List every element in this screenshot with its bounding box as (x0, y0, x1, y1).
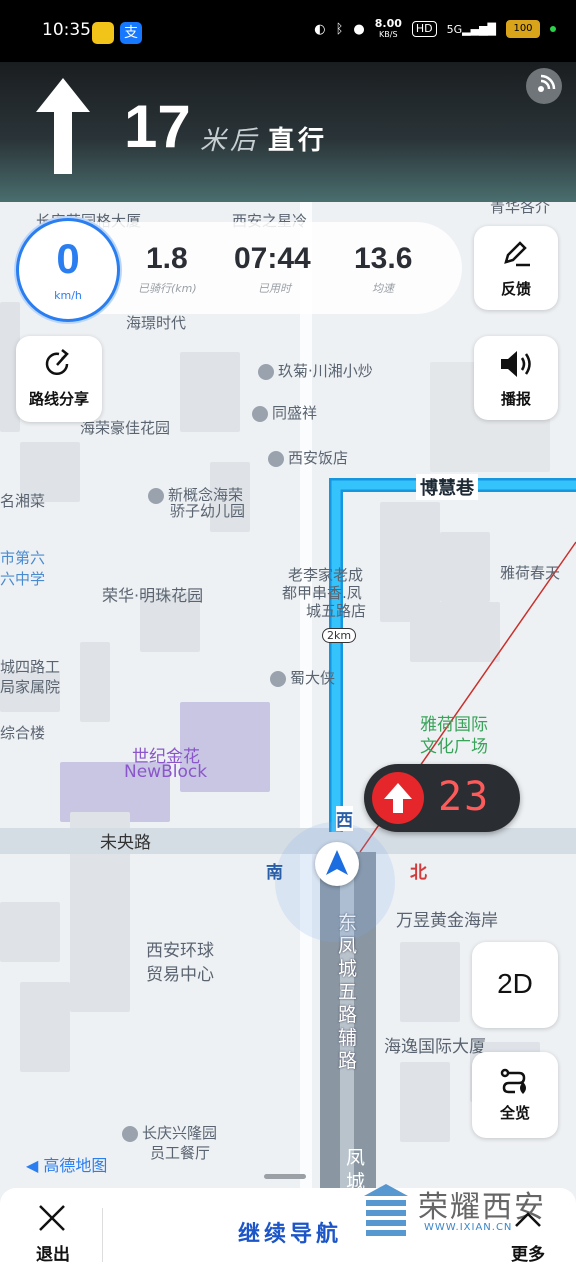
battery-icon: 100 (506, 20, 540, 38)
privacy-dot (550, 26, 556, 32)
share-route-button[interactable]: 路线分享 (16, 336, 102, 422)
map-label: 综合楼 (0, 724, 46, 742)
map-label: 员工餐厅 (150, 1144, 211, 1162)
straight-arrow-icon (36, 78, 90, 174)
more-label: 更多 (511, 1245, 545, 1265)
speed-unit: km/h (54, 289, 82, 302)
broadcast-button[interactable]: 播报 (474, 336, 558, 420)
avg-speed-value: 13.6 (354, 242, 413, 275)
distance-value: 1.8 (146, 242, 188, 275)
navigation-guidance: 17 米后 直行 (0, 62, 576, 202)
road-label-weiyang: 未央路 (100, 833, 151, 853)
more-button[interactable]: 更多 (498, 1202, 558, 1276)
map-label: 六中学 (0, 570, 46, 588)
compass-north: 北 (410, 863, 427, 883)
chevron-up-icon (515, 1212, 541, 1227)
broadcast-label: 播报 (500, 390, 531, 408)
cast-button[interactable] (526, 68, 562, 104)
status-indicators: ◐ ᛒ ● 8.00 KB/S HD 5G▂▄▆█ 100 (314, 18, 556, 40)
poi-jiuju[interactable]: 玖菊·川湘小炒 (258, 360, 373, 381)
time-value: 07:44 (234, 242, 311, 275)
app-notification-icon (92, 22, 114, 44)
alipay-icon: 支 (120, 22, 142, 44)
map-label: 西安环球 (146, 941, 214, 961)
guidance-distance: 17 (124, 93, 191, 160)
exit-label: 退出 (36, 1245, 70, 1265)
net-speed: 8.00 KB/S (374, 17, 402, 39)
route-distance-marker: 2km (322, 628, 357, 643)
share-icon (45, 349, 69, 376)
status-time: 10:35 (42, 20, 91, 40)
location-icon: ● (353, 21, 365, 37)
continue-navigation-button[interactable]: 继续导航 (200, 1216, 380, 1256)
divider (102, 1208, 103, 1262)
poi-tongshengxiang[interactable]: 同盛祥 (252, 402, 317, 423)
view-2d-label: 2D (497, 968, 533, 999)
close-icon (39, 1205, 65, 1231)
overview-label: 全览 (499, 1104, 530, 1122)
guidance-unit: 米后 (200, 126, 261, 156)
up-arrow-icon (384, 783, 412, 813)
traffic-light-widget: 23 (364, 764, 520, 832)
view-2d-button[interactable]: 2D (472, 942, 558, 1028)
poi-shudaxia[interactable]: 蜀大侠 (270, 667, 335, 688)
poi-xian-hotel[interactable]: 西安饭店 (268, 447, 348, 468)
map-label: 海璟时代 (126, 314, 187, 332)
compass-west: 西 (336, 806, 353, 831)
feedback-label: 反馈 (500, 280, 531, 298)
feedback-button[interactable]: 反馈 (474, 226, 558, 310)
map-label: 荣华·明珠花园 (102, 586, 204, 605)
watermark-logo-icon (364, 1184, 408, 1236)
map-label: 城五路店 (306, 602, 367, 620)
overview-button[interactable]: 全览 (472, 1052, 558, 1138)
status-bar: 10:35 支 ◐ ᛒ ● 8.00 KB/S HD 5G▂▄▆█ 100 (0, 0, 576, 62)
map-label: 城四路工 (0, 658, 61, 676)
map-label: 局家属院 (0, 678, 61, 696)
poi-changqing[interactable]: 长庆兴隆园 (122, 1122, 217, 1143)
traffic-light-countdown: 23 (438, 774, 491, 820)
bluetooth-icon: ᛒ (335, 21, 344, 37)
continue-navigation-label: 继续导航 (237, 1222, 342, 1247)
map-label: 海逸国际大厦 (384, 1037, 486, 1057)
map-label: NewBlock (124, 762, 208, 782)
drag-handle[interactable] (264, 1174, 306, 1179)
water-drop-icon: ◐ (314, 21, 326, 37)
share-route-label: 路线分享 (28, 390, 89, 408)
speedometer: 0 km/h (16, 218, 120, 322)
map-label: 万昱黄金海岸 (396, 911, 498, 931)
avg-speed-label: 均速 (372, 282, 394, 295)
traffic-light-red (372, 772, 424, 824)
guidance-action: 直行 (268, 126, 329, 156)
signal-icon: 5G▂▄▆█ (446, 22, 496, 36)
map-label: 名湘菜 (0, 492, 46, 510)
current-position (315, 842, 359, 886)
route-overview-icon (500, 1068, 526, 1094)
time-label: 已用时 (258, 282, 291, 295)
speaker-icon (501, 351, 531, 377)
edit-icon (504, 241, 530, 267)
gaode-logo: ◀ 高德地图 (26, 1156, 108, 1175)
cast-icon (538, 74, 556, 92)
map-label: 雅荷春天 (500, 564, 561, 582)
navigation-arrow-icon (326, 850, 348, 875)
road-label-bohui: 博慧巷 (416, 474, 478, 500)
speed-value: 0 (56, 235, 80, 282)
map-label: 青华各介 (490, 202, 551, 216)
compass-south: 南 (266, 863, 283, 883)
map-label: 市第六 (0, 549, 46, 567)
hd-badge: HD (411, 21, 437, 37)
exit-button[interactable]: 退出 (18, 1202, 88, 1276)
map-label: 骄子幼儿园 (170, 502, 246, 520)
distance-label: 已骑行(km) (138, 282, 197, 295)
bottom-bar: 退出 继续导航 荣耀西安 WWW.IXIAN.CN 更多 (0, 1174, 576, 1280)
map-label: 贸易中心 (146, 965, 214, 985)
map-label: 文化广场 (420, 737, 488, 757)
